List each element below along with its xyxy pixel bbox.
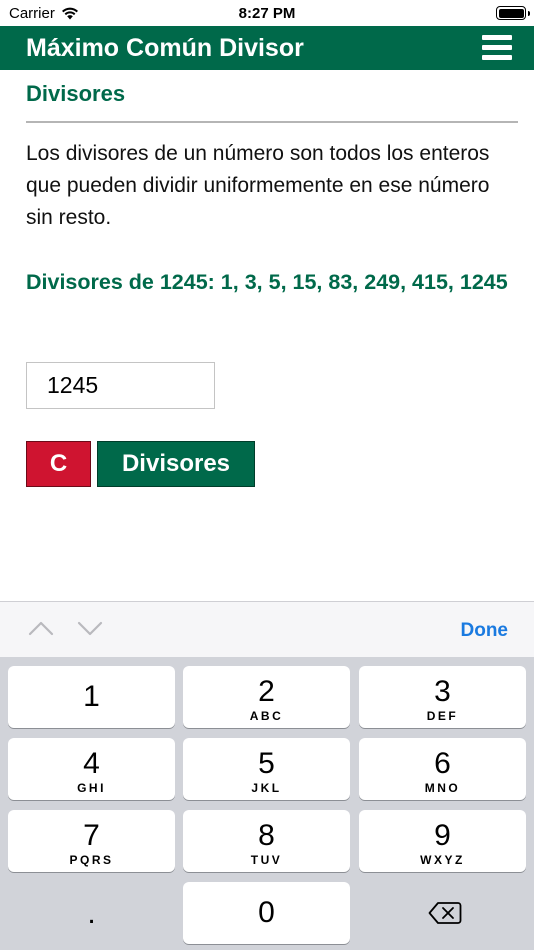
key-0[interactable]: 0 — [183, 882, 350, 944]
key-letters: PQRS — [69, 853, 114, 867]
key-digit: 7 — [83, 819, 100, 852]
menu-bar — [482, 55, 512, 60]
divider — [26, 121, 518, 123]
key-letters: JKL — [251, 781, 282, 795]
app-title: Máximo Común Divisor — [26, 34, 304, 62]
key-9[interactable]: 9 WXYZ — [359, 810, 526, 872]
numeric-keyboard: 1 2 ABC 3 DEF 4 GHI 5 JKL 6 MNO 7 PQRS 8… — [0, 657, 534, 950]
status-bar: Carrier 8:27 PM — [0, 0, 534, 26]
key-digit: 6 — [434, 747, 451, 780]
number-input[interactable] — [26, 362, 215, 409]
app-header: Máximo Común Divisor — [0, 26, 534, 70]
hamburger-menu-icon[interactable] — [482, 35, 512, 60]
battery-tip — [527, 10, 530, 16]
divisors-result: Divisores de 1245: 1, 3, 5, 15, 83, 249,… — [26, 270, 508, 294]
key-digit: 2 — [258, 675, 275, 708]
chevron-up-icon[interactable] — [28, 620, 54, 640]
status-time: 8:27 PM — [238, 5, 296, 22]
key-1[interactable]: 1 — [8, 666, 175, 728]
divisors-button[interactable]: Divisores — [97, 441, 255, 487]
menu-bar — [482, 35, 512, 40]
key-letters: MNO — [424, 781, 461, 795]
key-letters: GHI — [77, 781, 106, 795]
battery-icon — [496, 6, 530, 20]
key-letters: ABC — [249, 709, 284, 723]
backspace-icon[interactable] — [428, 901, 462, 930]
key-decimal[interactable]: . — [8, 889, 175, 939]
key-2[interactable]: 2 ABC — [183, 666, 350, 728]
key-6[interactable]: 6 MNO — [359, 738, 526, 800]
key-digit: 9 — [434, 819, 451, 852]
key-digit: 8 — [258, 819, 275, 852]
key-digit: 5 — [258, 747, 275, 780]
chevron-down-icon[interactable] — [77, 620, 103, 640]
keyboard-toolbar: Done — [0, 601, 534, 657]
key-digit: 0 — [258, 896, 275, 929]
key-7[interactable]: 7 PQRS — [8, 810, 175, 872]
key-8[interactable]: 8 TUV — [183, 810, 350, 872]
section-title: Divisores — [26, 81, 126, 106]
clear-button[interactable]: C — [26, 441, 91, 487]
done-button[interactable]: Done — [461, 620, 509, 642]
menu-bar — [482, 45, 512, 50]
key-4[interactable]: 4 GHI — [8, 738, 175, 800]
key-5[interactable]: 5 JKL — [183, 738, 350, 800]
key-letters: DEF — [426, 709, 459, 723]
key-digit: 1 — [83, 680, 100, 713]
key-digit: 3 — [434, 675, 451, 708]
battery-fill — [498, 8, 524, 18]
key-digit: 4 — [83, 747, 100, 780]
key-3[interactable]: 3 DEF — [359, 666, 526, 728]
key-letters: TUV — [250, 853, 283, 867]
description-text: Los divisores de un número son todos los… — [26, 142, 490, 229]
key-letters: WXYZ — [420, 853, 465, 867]
